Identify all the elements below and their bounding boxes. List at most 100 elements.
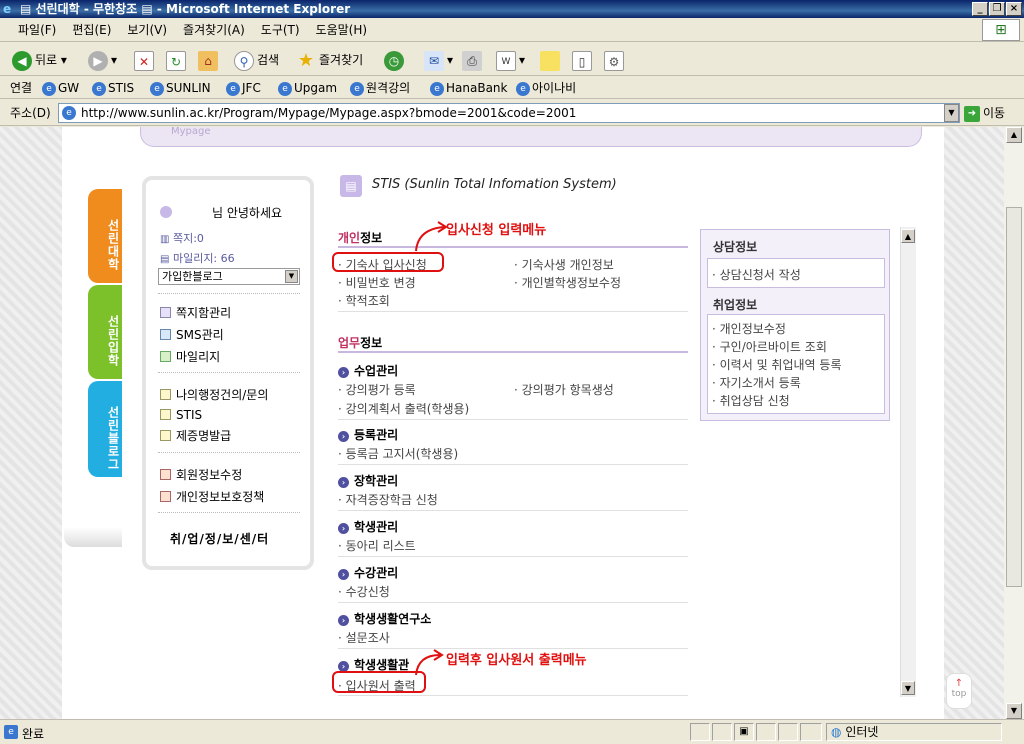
annotation-input-menu: 입사신청 입력메뉴 <box>446 223 547 238</box>
settings-button[interactable]: ⚙ <box>604 49 627 71</box>
link-stis[interactable]: e STIS <box>92 79 134 97</box>
note-icon <box>540 50 560 71</box>
side-tab-admission[interactable]: 선린입학 <box>88 285 122 379</box>
link-inavi[interactable]: e 아이나비 <box>516 79 576 97</box>
favorites-button[interactable]: ★ 즐겨찾기 <box>296 49 363 71</box>
menu-member-edit[interactable]: 회원정보수정 <box>160 466 242 483</box>
counsel-title: 상담정보 <box>713 240 758 254</box>
link-job-search[interactable]: · 구인/아르바이트 조회 <box>712 338 827 355</box>
link-self-intro-register[interactable]: · 자기소개서 등록 <box>712 374 801 391</box>
address-dropdown-button[interactable]: ▼ <box>944 104 959 122</box>
user-info-box: 님 안녕하세요 ▥ 쪽지:0 ▤ 마일리지: 66 가입한블로그 ▼ 쪽지함관리 … <box>142 176 314 570</box>
search-button[interactable]: ⚲ 검색 <box>234 49 279 71</box>
mileage-count[interactable]: ▤ 마일리지: 66 <box>160 250 235 266</box>
link-academic-record[interactable]: · 학적조회 <box>338 292 390 309</box>
sms-icon <box>160 329 171 340</box>
job-center-link[interactable]: 취/업/정/보/센/터 <box>170 530 269 547</box>
link-upgam[interactable]: e Upgam <box>278 79 337 97</box>
stop-button[interactable]: ✕ <box>134 49 157 71</box>
notes-button[interactable] <box>540 49 563 71</box>
link-hanabank[interactable]: e HanaBank <box>430 79 507 97</box>
row-divider <box>338 695 688 696</box>
menu-certificate[interactable]: 제증명발급 <box>160 427 231 444</box>
link-certificate-scholarship[interactable]: · 자격증장학금 신청 <box>338 491 438 508</box>
back-button[interactable]: ◀ 뒤로 ▾ <box>12 49 67 71</box>
row-divider <box>338 419 688 420</box>
side-tab-blog[interactable]: 선린블로그 <box>88 381 122 477</box>
close-button[interactable]: × <box>1006 2 1022 16</box>
link-course-application[interactable]: · 수강신청 <box>338 583 390 600</box>
ie-page-icon: e <box>150 81 164 96</box>
link-syllabus-print[interactable]: · 강의계획서 출력(학생용) <box>338 400 469 417</box>
breadcrumb: Mypage <box>140 127 922 147</box>
menu-file[interactable]: 파일(F) <box>0 18 64 42</box>
menu-sms[interactable]: SMS관리 <box>160 326 224 343</box>
link-jfc[interactable]: e JFC <box>226 79 261 97</box>
link-remote-lecture[interactable]: e 원격강의 <box>350 79 410 97</box>
maximize-button[interactable]: ❐ <box>989 2 1005 16</box>
link-tuition-bill[interactable]: · 등록금 고지서(학생용) <box>338 445 458 462</box>
menu-mileage[interactable]: 마일리지 <box>160 348 220 365</box>
scroll-down-button[interactable]: ▼ <box>1006 703 1022 719</box>
link-password-change[interactable]: · 비밀번호 변경 <box>338 274 416 291</box>
ie-page-icon: e <box>350 81 364 96</box>
link-personal-info-edit[interactable]: · 개인정보수정 <box>712 320 786 337</box>
go-button[interactable]: ➜ 이동 <box>964 104 1005 122</box>
link-lecture-evaluation[interactable]: · 강의평가 등록 <box>338 381 416 398</box>
link-club-list[interactable]: · 동아리 리스트 <box>338 537 416 554</box>
window-scrollbar[interactable]: ▲ ▼ <box>1004 127 1024 719</box>
blog-select[interactable]: 가입한블로그 ▼ <box>158 268 300 285</box>
status-cell <box>690 723 710 741</box>
message-box-icon <box>160 307 171 318</box>
menu-view[interactable]: 보기(V) <box>119 18 175 42</box>
link-student-info-edit[interactable]: · 개인별학생정보수정 <box>514 274 621 291</box>
menu-admin-inquiry[interactable]: 나의행정건의/문의 <box>160 386 268 403</box>
minimize-button[interactable]: _ <box>972 2 988 16</box>
link-evaluation-items[interactable]: · 강의평가 항목생성 <box>514 381 614 398</box>
link-job-counsel[interactable]: · 취업상담 신청 <box>712 392 790 409</box>
menu-favorites[interactable]: 즐겨찾기(A) <box>175 18 253 42</box>
search-icon: ⚲ <box>234 50 254 71</box>
row-divider <box>338 510 688 511</box>
refresh-button[interactable]: ↻ <box>166 49 189 71</box>
member-icon <box>160 469 171 480</box>
home-button[interactable]: ⌂ <box>198 49 221 71</box>
status-cell <box>712 723 732 741</box>
category-scholarship: › 장학관리 <box>338 472 398 489</box>
link-gw[interactable]: e GW <box>42 79 79 97</box>
content-scrollbar[interactable]: ▲ ▼ <box>900 227 916 697</box>
history-button[interactable]: ◷ <box>384 49 407 71</box>
menu-privacy-policy[interactable]: 개인정보보호정책 <box>160 488 264 505</box>
scroll-thumb[interactable] <box>1006 207 1022 587</box>
arrow-right-icon: › <box>338 477 349 488</box>
link-sunlin[interactable]: e SUNLIN <box>150 79 211 97</box>
gear-icon: ⚙ <box>604 50 624 71</box>
message-count[interactable]: ▥ 쪽지:0 <box>160 230 204 246</box>
messenger-button[interactable]: ▯ <box>572 49 595 71</box>
menu-edit[interactable]: 편집(E) <box>64 18 119 42</box>
menu-help[interactable]: 도움말(H) <box>308 18 376 42</box>
menu-tools[interactable]: 도구(T) <box>253 18 308 42</box>
mail-button[interactable]: ✉ ▾ <box>424 49 453 71</box>
menu-stis[interactable]: STIS <box>160 408 202 422</box>
link-dorm-personal-info[interactable]: · 기숙사생 개인정보 <box>514 256 614 273</box>
ie-page-icon: e <box>516 81 530 96</box>
scroll-up-button[interactable]: ▲ <box>901 229 915 243</box>
forward-button[interactable]: ▶ ▾ <box>88 49 117 71</box>
divider <box>158 512 300 513</box>
scroll-up-button[interactable]: ▲ <box>1006 127 1022 143</box>
side-tab-college[interactable]: 선린대학 <box>88 189 122 283</box>
status-text: 완료 <box>22 727 45 741</box>
address-input[interactable]: e http://www.sunlin.ac.kr/Program/Mypage/… <box>58 103 960 123</box>
edit-button[interactable]: W ▾ <box>496 49 525 71</box>
top-button[interactable]: ↑ top <box>946 673 972 709</box>
arrow-right-icon: › <box>338 523 349 534</box>
link-counsel-application[interactable]: · 상담신청서 작성 <box>712 266 801 283</box>
arrow-right-icon: › <box>338 569 349 580</box>
document-icon <box>160 430 171 441</box>
menu-message-box[interactable]: 쪽지함관리 <box>160 304 231 321</box>
link-resume-register[interactable]: · 이력서 및 취업내역 등록 <box>712 356 842 373</box>
print-button[interactable]: ⎙ <box>462 49 485 71</box>
link-survey[interactable]: · 설문조사 <box>338 629 390 646</box>
scroll-down-button[interactable]: ▼ <box>901 681 915 695</box>
